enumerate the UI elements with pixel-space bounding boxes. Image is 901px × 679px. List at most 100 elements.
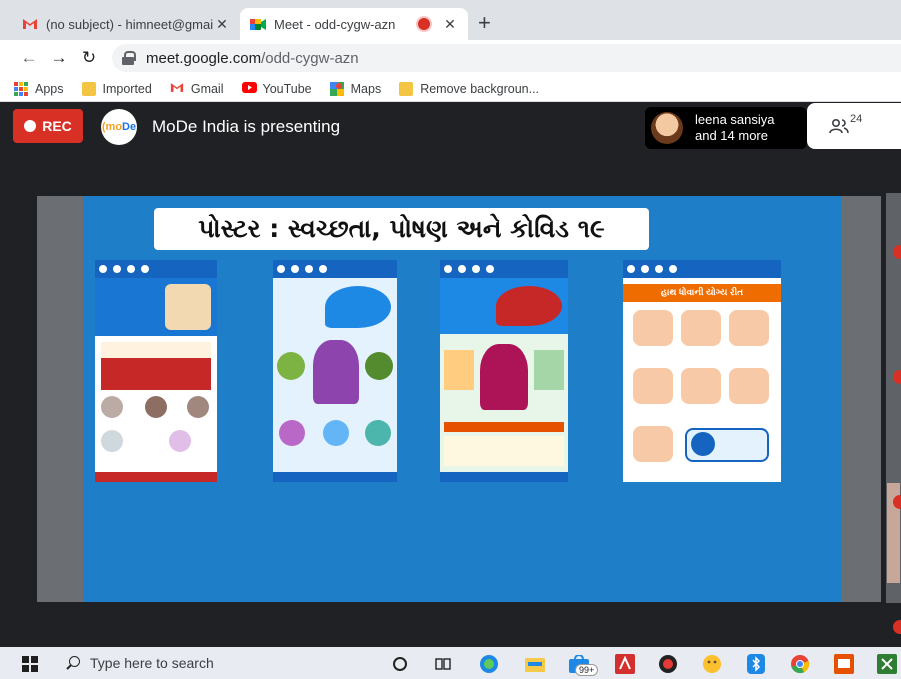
file-explorer-icon[interactable] xyxy=(524,653,546,675)
poster-illustration xyxy=(145,396,167,418)
status-dot-icon xyxy=(893,620,901,634)
presenting-status: MoDe India is presenting xyxy=(152,117,341,136)
poster-header xyxy=(273,260,397,278)
avatar xyxy=(651,112,683,144)
windows-start-icon[interactable] xyxy=(22,656,38,672)
people-icon xyxy=(829,118,849,134)
poster-image xyxy=(440,260,568,482)
poster-image xyxy=(95,260,217,482)
meet-icon xyxy=(250,16,266,32)
record-dot-icon xyxy=(24,120,37,132)
bookmark-apps[interactable]: Apps xyxy=(14,81,64,96)
poster-table xyxy=(101,358,211,390)
notification-badge: 99+ xyxy=(575,664,599,676)
poster-image xyxy=(273,260,397,482)
handwash-step xyxy=(729,310,769,346)
poster-footer xyxy=(273,472,397,482)
poster-illustration xyxy=(277,352,305,380)
folder-icon xyxy=(399,81,414,96)
gmail-icon xyxy=(170,82,184,96)
gmail-icon xyxy=(22,16,38,32)
folder-icon xyxy=(81,81,96,96)
poster-illustration xyxy=(534,350,564,390)
poster-speech-bubble xyxy=(496,286,562,326)
maps-icon xyxy=(329,81,344,96)
participant-name: leena sansiya xyxy=(695,112,775,127)
poster-speech-bubble xyxy=(325,286,391,328)
poster-illustration xyxy=(323,420,349,446)
poster-table xyxy=(444,436,564,466)
lock-icon[interactable] xyxy=(122,51,136,65)
handwash-step xyxy=(633,426,673,462)
bookmark-imported[interactable]: Imported xyxy=(81,81,152,96)
address-bar[interactable]: meet.google.com/odd-cygw-azn xyxy=(112,44,901,72)
browser-tab-strip: (no subject) - himneet@gmail.co ✕ Meet -… xyxy=(0,0,901,40)
people-button[interactable]: 24 xyxy=(807,103,901,149)
poster-illustration xyxy=(187,396,209,418)
presentation-slide: પોસ્ટર : સ્વચ્છતા, પોષણ અને કોવિડ ૧૯ હાથ… xyxy=(83,196,841,602)
windows-taskbar: Type here to search 99+ xyxy=(0,647,901,679)
excel-icon[interactable] xyxy=(876,653,898,675)
taskbar-search[interactable]: Type here to search xyxy=(52,647,372,679)
cortana-icon[interactable] xyxy=(389,653,411,675)
status-dot-icon xyxy=(893,370,901,384)
handwash-step xyxy=(633,310,673,346)
slides-app-icon[interactable] xyxy=(833,653,855,675)
bookmark-label: YouTube xyxy=(262,81,312,96)
bookmark-remove-background[interactable]: Remove backgroun... xyxy=(399,81,539,96)
recording-badge: REC xyxy=(13,109,83,143)
emoji-app-icon[interactable] xyxy=(701,653,723,675)
tab-close-icon[interactable]: ✕ xyxy=(442,16,458,33)
poster-heading: હાથ ધોવાની યોગ્ય રીત xyxy=(660,287,744,297)
edge-icon[interactable] xyxy=(478,653,500,675)
timer-icon xyxy=(691,432,715,456)
poster-illustration xyxy=(279,420,305,446)
bookmark-maps[interactable]: Maps xyxy=(329,81,382,96)
record-app-icon[interactable] xyxy=(657,653,679,675)
poster-header xyxy=(440,260,568,278)
poster-illustration xyxy=(365,352,393,380)
apps-grid-icon xyxy=(14,81,28,96)
handwash-step xyxy=(681,368,721,404)
bookmark-label: Gmail xyxy=(190,81,224,96)
people-count: 24 xyxy=(850,113,863,125)
poster-strip xyxy=(444,422,564,432)
poster-illustration xyxy=(169,430,191,452)
tab-close-icon[interactable]: ✕ xyxy=(214,16,230,33)
handwash-step xyxy=(633,368,673,404)
back-arrow-icon[interactable]: ← xyxy=(18,47,40,69)
poster-illustration xyxy=(101,396,123,418)
slide-title: પોસ્ટર : સ્વચ્છતા, પોષણ અને કોવિડ ૧૯ xyxy=(154,208,649,250)
bookmark-label: Maps xyxy=(350,81,382,96)
tab-meet[interactable]: Meet - odd-cygw-azn ✕ xyxy=(240,8,468,40)
status-dot-icon xyxy=(893,245,901,259)
poster-footer xyxy=(440,472,568,482)
youtube-icon xyxy=(241,81,257,96)
poster-illustration xyxy=(365,420,391,446)
new-tab-button[interactable]: + xyxy=(478,12,491,34)
poster-illustration xyxy=(444,350,474,390)
bookmark-gmail[interactable]: Gmail xyxy=(170,82,224,96)
recording-label: REC xyxy=(42,118,72,134)
bookmark-youtube[interactable]: YouTube xyxy=(241,81,312,96)
poster-illustration xyxy=(101,430,123,452)
meet-call-area: REC (mo De MoDe India is presenting leena… xyxy=(0,103,901,647)
participant-tile[interactable]: leena sansiya and 14 more xyxy=(645,107,807,149)
reload-icon[interactable]: ↻ xyxy=(78,47,100,69)
browser-toolbar: ← → ↻ meet.google.com/odd-cygw-azn xyxy=(0,40,901,76)
presenter-avatar: (mo De xyxy=(101,109,137,145)
task-view-icon[interactable] xyxy=(432,653,454,675)
tab-title: (no subject) - himneet@gmail.co xyxy=(46,16,214,32)
poster-image: હાથ ધોવાની યોગ્ય રીત xyxy=(623,260,781,482)
poster-header xyxy=(95,260,217,278)
search-placeholder: Type here to search xyxy=(90,655,214,671)
poster-text xyxy=(101,342,211,358)
tab-gmail[interactable]: (no subject) - himneet@gmail.co ✕ xyxy=(12,8,240,40)
status-dot-icon xyxy=(893,495,901,509)
handwash-step xyxy=(681,310,721,346)
forward-arrow-icon[interactable]: → xyxy=(48,47,70,69)
bluetooth-icon[interactable] xyxy=(745,653,767,675)
participant-more: and 14 more xyxy=(695,128,768,143)
pdf-reader-icon[interactable] xyxy=(614,653,636,675)
chrome-icon[interactable] xyxy=(789,653,811,675)
